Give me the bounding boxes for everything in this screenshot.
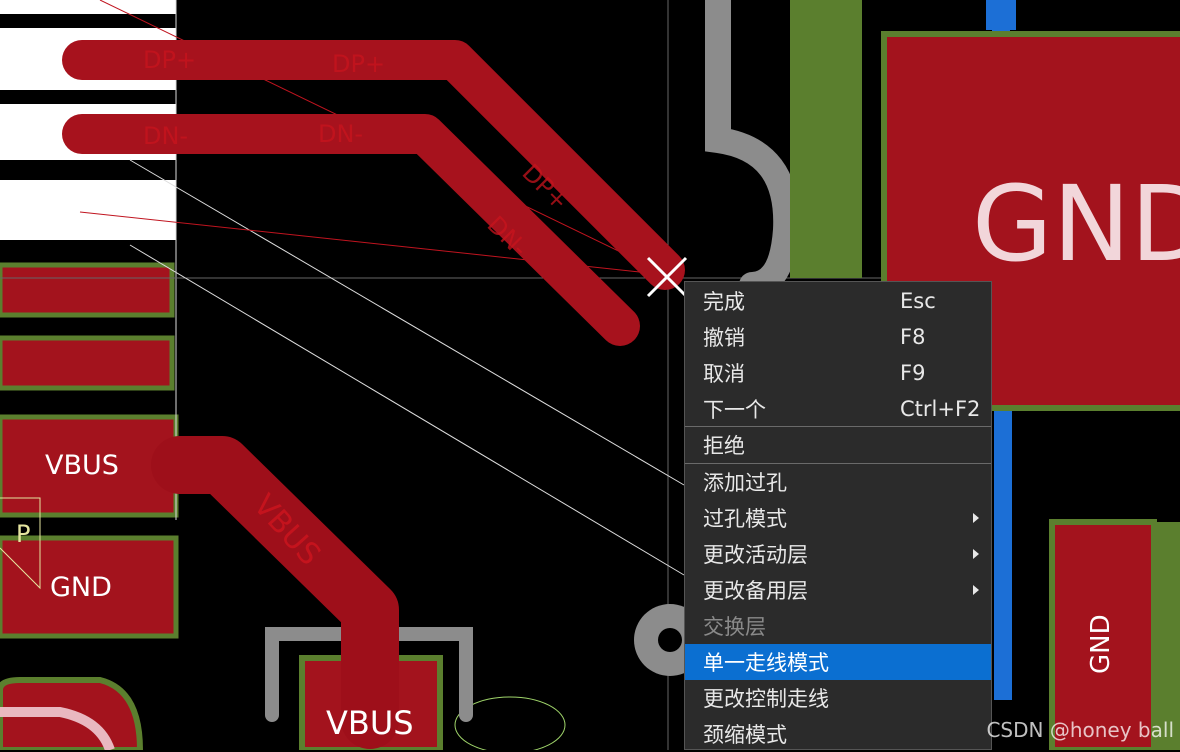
gnd-left-label: GND <box>50 572 112 603</box>
submenu-arrow-icon <box>973 585 979 595</box>
menu-item-finish[interactable]: 完成 Esc <box>685 283 991 319</box>
menu-item-change-backup-layer[interactable]: 更改备用层 <box>685 572 991 608</box>
menu-item-shortcut: Ctrl+F2 <box>900 397 981 421</box>
menu-item-shortcut: F9 <box>900 361 926 385</box>
menu-item-shortcut: F8 <box>900 325 926 349</box>
menu-item-label: 交换层 <box>703 615 766 639</box>
menu-item-reject[interactable]: 拒绝 <box>685 427 991 463</box>
menu-item-label: 更改控制走线 <box>703 687 829 711</box>
menu-item-change-active-layer[interactable]: 更改活动层 <box>685 536 991 572</box>
trace-label-dn-pad: DN- <box>143 122 189 150</box>
menu-item-change-control-trace[interactable]: 更改控制走线 <box>685 680 991 716</box>
menu-item-label: 下一个 <box>703 398 766 422</box>
gnd-large-label: GND <box>972 163 1180 285</box>
menu-item-undo[interactable]: 撤销 F8 <box>685 319 991 355</box>
submenu-arrow-icon <box>973 513 979 523</box>
menu-item-label: 取消 <box>703 362 745 386</box>
pcb-canvas[interactable] <box>0 0 1180 750</box>
menu-item-single-trace-mode[interactable]: 单一走线模式 <box>685 644 991 680</box>
trace-label-dp: DP+ <box>332 50 386 78</box>
menu-item-label: 过孔模式 <box>703 507 787 531</box>
trace-label-dn: DN- <box>318 120 364 148</box>
submenu-arrow-icon <box>973 549 979 559</box>
vbus-left-label: VBUS <box>45 450 119 481</box>
menu-item-swap-layer: 交换层 <box>685 608 991 644</box>
vbus-bottom-label: VBUS <box>326 704 414 742</box>
p-mark-label: P <box>16 520 31 548</box>
gnd-vertical-label: GND <box>1086 614 1116 674</box>
menu-item-cancel[interactable]: 取消 F9 <box>685 355 991 391</box>
menu-item-add-via[interactable]: 添加过孔 <box>685 464 991 500</box>
trace-label-dp-pad: DP+ <box>143 46 197 74</box>
menu-item-shortcut: Esc <box>900 289 936 313</box>
menu-item-neckdown-mode[interactable]: 颈缩模式 <box>685 716 991 752</box>
menu-item-label: 单一走线模式 <box>703 651 829 675</box>
menu-item-next[interactable]: 下一个 Ctrl+F2 <box>685 391 991 427</box>
menu-item-label: 完成 <box>703 290 745 314</box>
menu-item-via-mode[interactable]: 过孔模式 <box>685 500 991 536</box>
context-menu: 完成 Esc 撤销 F8 取消 F9 下一个 Ctrl+F2 拒绝 添加过孔 过… <box>684 281 992 750</box>
menu-item-label: 颈缩模式 <box>703 723 787 747</box>
menu-item-label: 添加过孔 <box>703 471 787 495</box>
watermark: CSDN @honey ball <box>986 718 1174 742</box>
menu-item-label: 更改活动层 <box>703 543 808 567</box>
menu-item-label: 更改备用层 <box>703 579 808 603</box>
menu-item-label: 拒绝 <box>703 434 745 458</box>
menu-item-label: 撤销 <box>703 326 745 350</box>
